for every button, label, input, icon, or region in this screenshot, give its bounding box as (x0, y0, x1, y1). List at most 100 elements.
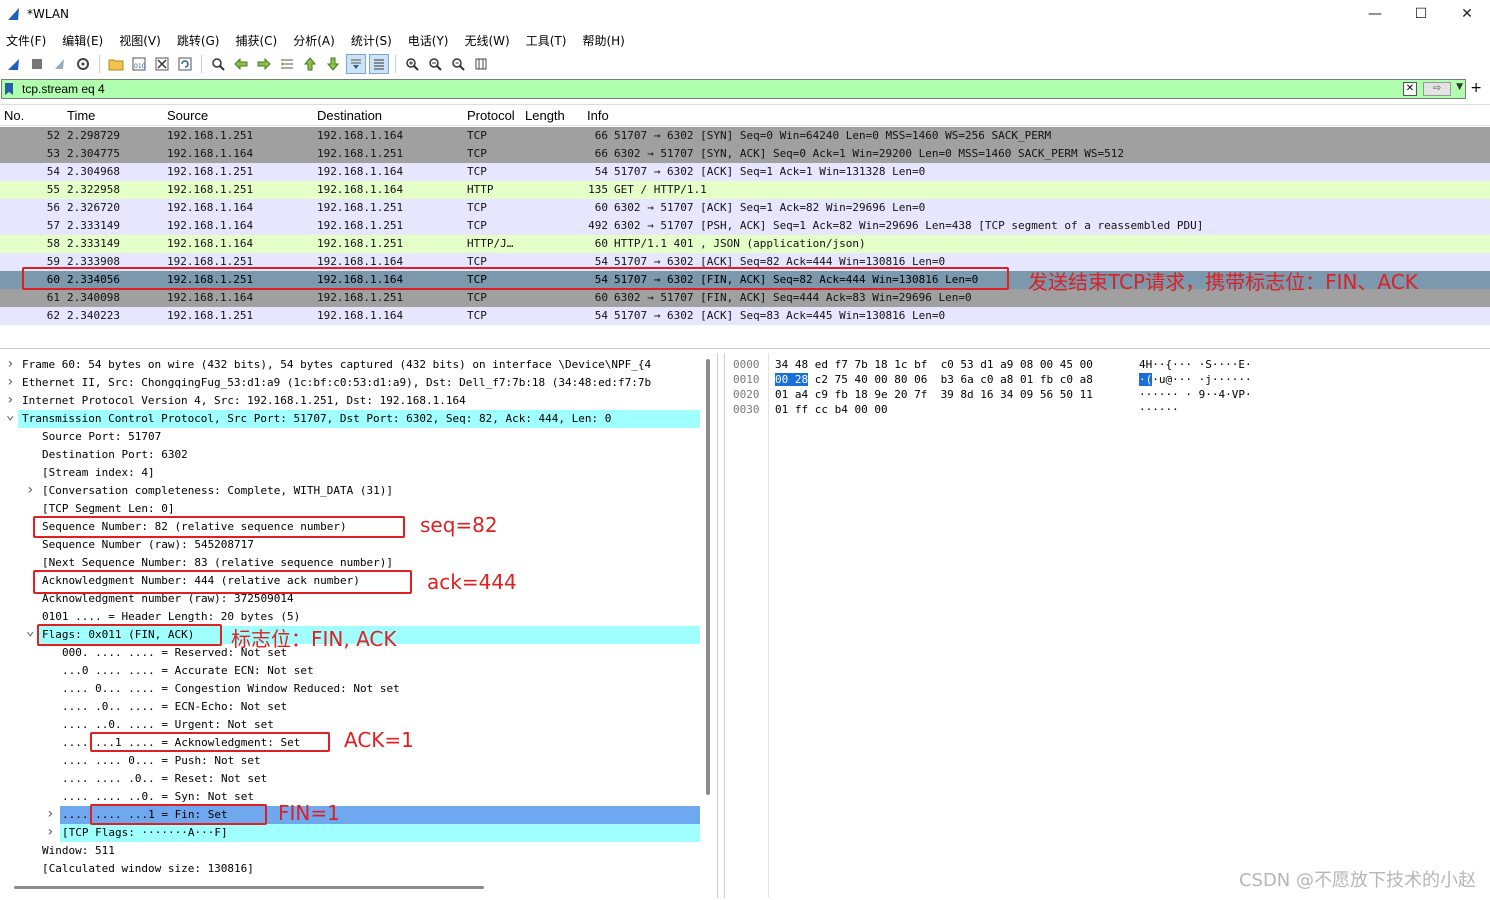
detail-row[interactable]: › [TCP Flags: ·······A···F] (46, 824, 700, 842)
minimize-button[interactable]: — (1352, 0, 1398, 28)
packet-row[interactable]: 62 2.340223 192.168.1.251 192.168.1.164 TCP 5… (0, 307, 1490, 325)
column-source[interactable]: Source (167, 108, 208, 123)
maximize-button[interactable]: ☐ (1398, 0, 1444, 28)
add-filter-button[interactable]: + (1470, 80, 1482, 96)
packet-row[interactable]: 57 2.333149 192.168.1.164 192.168.1.251 TCP 4… (0, 217, 1490, 235)
zoom-out-icon[interactable] (425, 54, 445, 74)
packet-no: 56 (46, 201, 60, 214)
details-horizontal-scrollbar[interactable] (14, 886, 484, 889)
detail-row[interactable]: › Internet Protocol Version 4, Src: 192.1… (0, 392, 700, 410)
save-file-icon[interactable]: 0101 (129, 54, 149, 74)
detail-row[interactable]: .... .... .0.. = Reset: Not set (0, 770, 700, 788)
byte-ascii[interactable]: ······ · 9··4·VP· (1139, 387, 1252, 402)
column-info[interactable]: Info (587, 108, 609, 123)
column-time[interactable]: Time (67, 108, 95, 123)
hex-values: 01 a4 c9 fb 18 9e 20 7f 39 8d 16 34 09 5… (775, 388, 1093, 401)
colorize-icon[interactable] (369, 54, 389, 74)
menu-capture[interactable]: 捕获(C) (235, 32, 285, 49)
packet-destination: 192.168.1.164 (317, 129, 404, 142)
packet-row[interactable]: 56 2.326720 192.168.1.164 192.168.1.251 TCP 6… (0, 199, 1490, 217)
column-protocol[interactable]: Protocol (467, 108, 515, 123)
menu-tools[interactable]: 工具(T) (526, 32, 575, 49)
go-first-icon[interactable] (300, 54, 320, 74)
column-no[interactable]: No. (4, 108, 24, 123)
close-button[interactable]: ✕ (1444, 0, 1490, 28)
detail-row[interactable]: › Ethernet II, Src: ChongqingFug_53:d1:a9… (0, 374, 700, 392)
detail-row[interactable]: [Calculated window size: 130816] (0, 860, 700, 878)
chevron-right-icon[interactable]: › (46, 805, 54, 823)
menu-view[interactable]: 视图(V) (119, 32, 169, 49)
chevron-right-icon[interactable]: › (6, 355, 14, 373)
menu-wireless[interactable]: 无线(W) (465, 32, 518, 49)
byte-hex[interactable]: 00 28 c2 75 40 00 80 06 b3 6a c0 a8 01 f… (775, 372, 1093, 387)
detail-row[interactable]: Destination Port: 6302 (0, 446, 700, 464)
chevron-down-icon[interactable]: ⌄ (26, 622, 34, 640)
byte-ascii[interactable]: 4H··{··· ·S····E· (1139, 357, 1252, 372)
menu-analyze[interactable]: 分析(A) (293, 32, 343, 49)
menu-statistics[interactable]: 统计(S) (351, 32, 400, 49)
restart-icon[interactable] (50, 54, 70, 74)
toolbar-separator (99, 55, 100, 73)
details-vertical-scrollbar[interactable] (706, 359, 710, 795)
go-last-icon[interactable] (323, 54, 343, 74)
column-destination[interactable]: Destination (317, 108, 382, 123)
chevron-right-icon[interactable]: › (26, 481, 34, 499)
open-folder-icon[interactable] (106, 54, 126, 74)
reload-icon[interactable] (175, 54, 195, 74)
packet-source: 192.168.1.164 (167, 291, 254, 304)
menu-help[interactable]: 帮助(H) (582, 32, 632, 49)
display-filter-input[interactable]: tcp.stream eq 4 ✕ ⇨ ▼ (1, 79, 1466, 99)
filter-text[interactable]: tcp.stream eq 4 (22, 82, 105, 96)
apply-filter-icon[interactable]: ⇨ (1423, 82, 1451, 96)
ascii-highlight: ·( (1139, 373, 1153, 386)
column-length[interactable]: Length (525, 108, 565, 123)
chevron-right-icon[interactable]: › (6, 373, 14, 391)
packet-source: 192.168.1.164 (167, 219, 254, 232)
menu-edit[interactable]: 编辑(E) (62, 32, 111, 49)
detail-row[interactable]: .... .... 0... = Push: Not set (0, 752, 700, 770)
packet-row[interactable]: 54 2.304968 192.168.1.251 192.168.1.164 TCP 5… (0, 163, 1490, 181)
packet-row[interactable]: 53 2.304775 192.168.1.164 192.168.1.251 TCP 6… (0, 145, 1490, 163)
packet-row[interactable]: 55 2.322958 192.168.1.251 192.168.1.164 HTTP… (0, 181, 1490, 199)
go-back-icon[interactable] (231, 54, 251, 74)
go-forward-icon[interactable] (254, 54, 274, 74)
close-file-icon[interactable] (152, 54, 172, 74)
detail-row[interactable]: [Stream index: 4] (0, 464, 700, 482)
detail-row[interactable]: ...0 .... .... = Accurate ECN: Not set (0, 662, 700, 680)
chevron-right-icon[interactable]: › (46, 823, 54, 841)
detail-row[interactable]: Sequence Number (raw): 545208717 (0, 536, 700, 554)
resize-columns-icon[interactable] (471, 54, 491, 74)
menu-telephony[interactable]: 电话(Y) (408, 32, 457, 49)
packet-row[interactable]: 58 2.333149 192.168.1.164 192.168.1.251 HTTP… (0, 235, 1490, 253)
chevron-down-icon[interactable]: ⌄ (6, 406, 14, 424)
byte-ascii[interactable]: ······ (1139, 402, 1179, 417)
chevron-down-icon[interactable]: ▼ (1456, 82, 1463, 92)
detail-row[interactable]: › [Conversation completeness: Complete, W… (0, 482, 700, 500)
clear-filter-icon[interactable]: ✕ (1403, 82, 1417, 96)
detail-row[interactable]: Source Port: 51707 (0, 428, 700, 446)
byte-hex[interactable]: 01 a4 c9 fb 18 9e 20 7f 39 8d 16 34 09 5… (775, 387, 1093, 402)
detail-row[interactable]: .... .0.. .... = ECN-Echo: Not set (0, 698, 700, 716)
stop-icon[interactable] (27, 54, 47, 74)
options-gear-icon[interactable] (73, 54, 93, 74)
zoom-in-icon[interactable] (402, 54, 422, 74)
bookmark-icon[interactable] (2, 80, 16, 98)
zoom-normal-icon[interactable]: = (448, 54, 468, 74)
menu-file[interactable]: 文件(F) (6, 32, 54, 49)
byte-hex[interactable]: 01 ff cc b4 00 00 (775, 402, 888, 417)
menu-go[interactable]: 跳转(G) (177, 32, 228, 49)
find-packet-icon[interactable] (208, 54, 228, 74)
packet-list-header: No. Time Source Destination Protocol Len… (0, 105, 1490, 126)
byte-ascii[interactable]: ·(·u@··· ·j······ (1139, 372, 1252, 387)
detail-row[interactable]: Window: 511 (0, 842, 700, 860)
packet-row[interactable]: 52 2.298729 192.168.1.251 192.168.1.164 TCP 6… (0, 127, 1490, 145)
packet-length: 60 (594, 291, 608, 304)
detail-row[interactable]: .... 0... .... = Congestion Window Reduc… (0, 680, 700, 698)
autoscroll-icon[interactable] (346, 54, 366, 74)
detail-row[interactable]: ⌄ Transmission Control Protocol, Src Port… (6, 407, 700, 428)
shark-fin-start-icon[interactable] (4, 54, 24, 74)
detail-text: Frame 60: 54 bytes on wire (432 bits), 5… (22, 358, 652, 371)
go-to-packet-icon[interactable] (277, 54, 297, 74)
byte-hex[interactable]: 34 48 ed f7 7b 18 1c bf c0 53 d1 a9 08 0… (775, 357, 1093, 372)
detail-row[interactable]: › Frame 60: 54 bytes on wire (432 bits), … (0, 356, 700, 374)
